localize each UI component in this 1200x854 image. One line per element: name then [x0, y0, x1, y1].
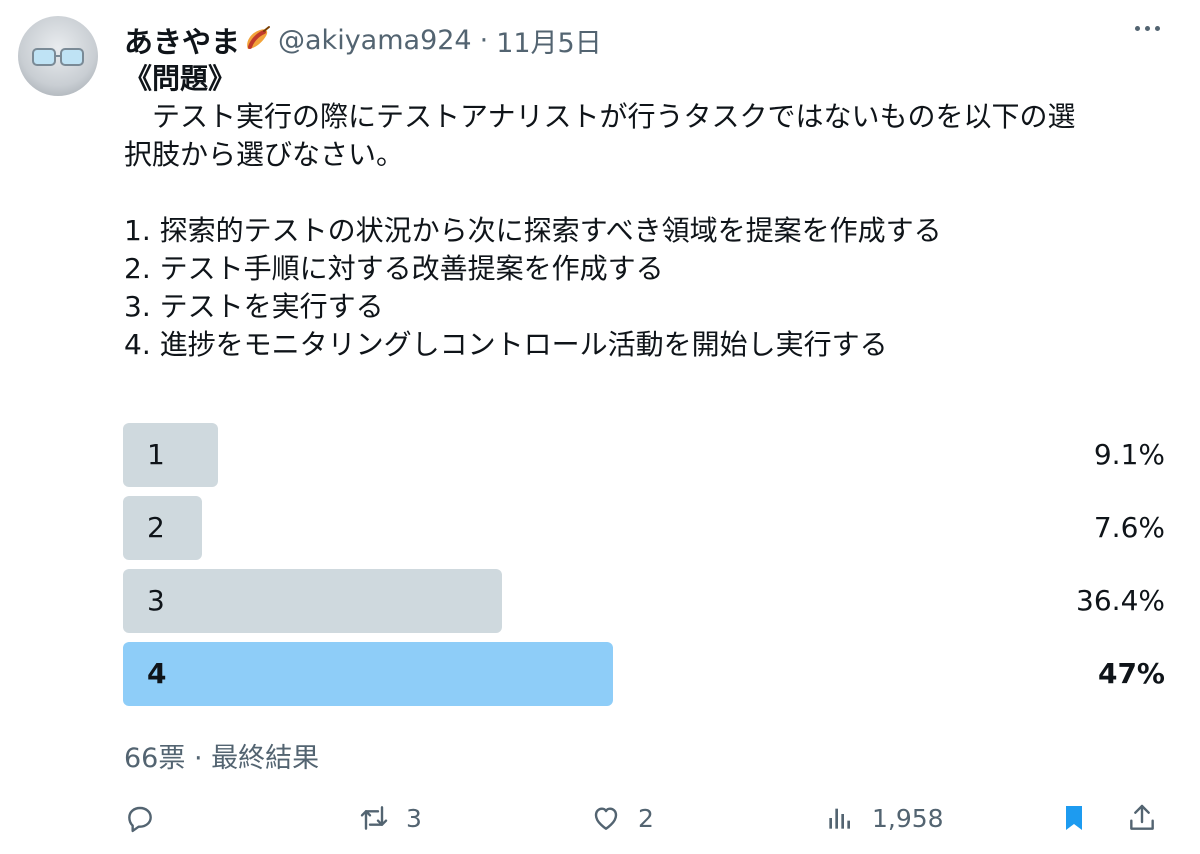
poll-choice-label: 3 [147, 584, 165, 617]
tweet: あきやま @akiyama924 · 11月5日 《問題》 テスト実行の際にテス… [0, 0, 1200, 854]
poll-choice-label: 4 [147, 657, 167, 690]
action-bar: 3 2 1,958 [124, 796, 1164, 840]
option-item: 2. テスト手順に対する改善提案を作成する [124, 252, 664, 285]
more-icon[interactable] [1135, 26, 1160, 31]
post-date[interactable]: 11月5日 [496, 21, 602, 60]
sweet-potato-icon [242, 25, 272, 55]
poll-choice-1: 1 9.1% [123, 423, 1165, 487]
poll-choice-3: 3 36.4% [123, 569, 1165, 633]
share-icon [1130, 804, 1154, 830]
post-paragraph-2: 択肢から選びなさい。 [124, 138, 405, 171]
like-count: 2 [638, 803, 654, 833]
poll-bar [123, 569, 502, 633]
author-handle[interactable]: @akiyama924 [278, 25, 472, 56]
bookmark-button[interactable] [1058, 796, 1090, 840]
option-item: 3. テストを実行する [124, 290, 384, 323]
avatar-glasses-icon [32, 48, 84, 66]
post-text: 《問題》 テスト実行の際にテストアナリストが行うタスクではないものを以下の選 択… [124, 60, 1174, 364]
reply-icon [128, 806, 152, 833]
poll-bar [123, 423, 218, 487]
post-title: 《問題》 [124, 62, 237, 95]
poll-choice-percent: 7.6% [1093, 511, 1165, 544]
tweet-header: あきやま @akiyama924 · 11月5日 [124, 20, 602, 60]
poll-choice-percent: 36.4% [1076, 584, 1165, 617]
header-separator: · [479, 24, 489, 56]
bookmark-icon [1066, 806, 1082, 830]
views-icon [829, 808, 850, 829]
option-item: 1. 探索的テストの状況から次に探索すべき領域を提案を作成する [124, 214, 942, 247]
like-button[interactable]: 2 [590, 796, 654, 840]
post-paragraph-1: テスト実行の際にテストアナリストが行うタスクではないものを以下の選 [124, 100, 1076, 133]
repost-count: 3 [406, 803, 422, 833]
repost-icon [360, 806, 388, 830]
poll-choice-label: 1 [147, 438, 165, 471]
views-button[interactable]: 1,958 [824, 796, 944, 840]
poll-choice-percent: 47% [1097, 657, 1165, 690]
avatar[interactable] [18, 16, 98, 96]
views-count: 1,958 [872, 803, 944, 833]
like-icon [594, 807, 618, 830]
poll-summary: 66票 · 最終結果 [124, 743, 320, 774]
poll-choice-label: 2 [147, 511, 165, 544]
poll-choice-percent: 9.1% [1093, 438, 1165, 471]
author-name[interactable]: あきやま [124, 19, 240, 61]
option-list: 1. 探索的テストの状況から次に探索すべき領域を提案を作成する 2. テスト手順… [124, 212, 1174, 364]
poll: 1 9.1% 2 7.6% 3 36.4% 4 47% [123, 423, 1165, 715]
share-button[interactable] [1126, 796, 1158, 840]
repost-button[interactable]: 3 [358, 796, 422, 840]
poll-choice-4: 4 47% [123, 642, 1165, 706]
poll-bar [123, 642, 613, 706]
poll-choice-2: 2 7.6% [123, 496, 1165, 560]
reply-button[interactable] [124, 796, 172, 840]
option-item: 4. 進捗をモニタリングしコントロール活動を開始し実行する [124, 328, 888, 361]
